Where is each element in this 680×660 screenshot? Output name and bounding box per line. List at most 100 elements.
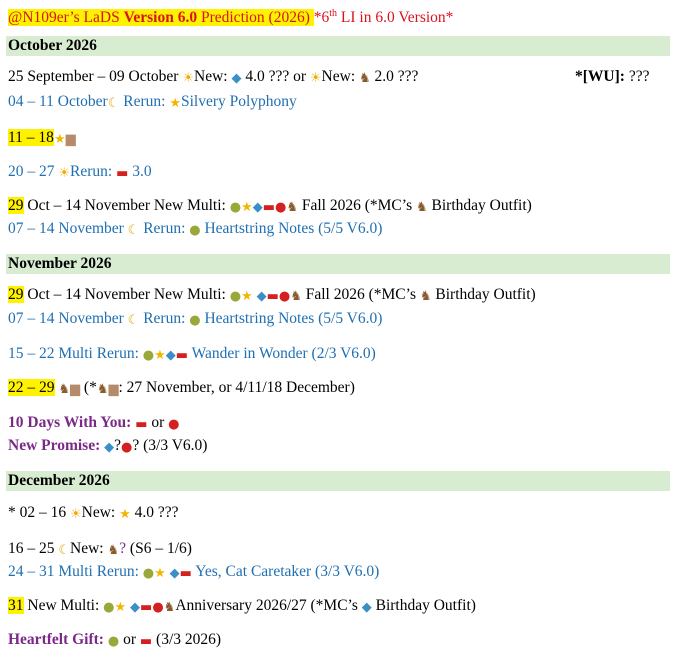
sun-icon: ☀ [309, 71, 322, 86]
car-icon: ▬ [139, 634, 153, 649]
section-header-november: November 2026 [6, 254, 670, 274]
oct-row-2-label: Rerun: [119, 93, 170, 110]
star-icon: ★ [114, 600, 127, 615]
apple-icon: ● [275, 200, 287, 215]
apple-icon: ● [152, 600, 164, 615]
nov-row-4-highlight: 22 – 29 [8, 379, 55, 396]
cake-icon: ▆ [65, 132, 76, 147]
apple-icon: ● [278, 289, 291, 304]
oct-row-2: 04 – 11 October☾ Rerun: ★Silvery Polypho… [8, 92, 297, 112]
oct-row-4: 20 – 27 ☀Rerun: ▬ 3.0 [8, 162, 152, 182]
wu-note: *[WU]: ??? [575, 67, 649, 87]
pear-icon: ● [103, 600, 115, 615]
pear-icon: ● [189, 313, 201, 328]
star-icon: ★ [169, 96, 181, 111]
title-note-suffix: LI in 6.0 Version* [337, 9, 454, 27]
fish-icon: ◆ [231, 71, 242, 86]
horse-icon: ♞ [359, 71, 371, 86]
oct-row-6-label: Rerun: [139, 220, 190, 237]
oct-row-3-dates: 11 – 18 [8, 129, 54, 146]
horse-icon: ♞ [96, 382, 109, 397]
title-version: Version 6.0 [123, 9, 198, 27]
title-highlight: @N109er’s LaDS Version 6.0 Prediction (2… [8, 9, 314, 27]
oct-row-5: 29 Oct – 14 November New Multi: ●★◆▬●♞ F… [8, 196, 532, 216]
nov-row-4-text: : 27 November, or 4/11/18 December) [118, 379, 355, 396]
nov-row-2: 07 – 14 November ☾ Rerun: ● Heartstring … [8, 309, 382, 329]
nov-row-1-highlight: 29 [8, 286, 24, 303]
car-icon: ▬ [135, 417, 148, 432]
oct-row-2-text: Silvery Polyphony [180, 93, 297, 110]
nov-row-2-text: Heartstring Notes (5/5 V6.0) [200, 310, 383, 327]
new-promise-label: New Promise: [8, 437, 105, 454]
fish-icon: ◆ [104, 440, 115, 455]
page-title: @N109er’s LaDS Version 6.0 Prediction (2… [8, 4, 453, 28]
moon-icon: ☾ [58, 543, 71, 558]
star-icon: ★ [53, 132, 66, 147]
nov-row-1-text: Fall 2026 (*MC’s [301, 286, 420, 303]
oct-row-2-dates: 04 – 11 October [8, 93, 108, 110]
car-icon: ▬ [262, 200, 275, 215]
moon-icon: ☾ [127, 313, 140, 328]
title-note: *6th LI in 6.0 Version* [314, 8, 454, 27]
nov-row-6-q: ? [114, 437, 122, 454]
nov-row-5: 10 Days With You: ▬ or ● [8, 413, 180, 433]
dec-row-4: 31 New Multi: ●★ ◆▬●♞Anniversary 2026/27… [8, 596, 476, 616]
oct-row-5-dates: Oct – 14 November New Multi: [23, 197, 230, 214]
oct-row-1-dates: 25 September – 09 October [8, 68, 183, 85]
dec-row-4-text: Anniversary 2026/27 (*MC’s [175, 597, 362, 614]
dec-row-5: Heartfelt Gift: ● or ▬ (3/3 2026) [8, 630, 221, 650]
dec-row-3-text: Yes, Cat Caretaker (3/3 V6.0) [191, 563, 380, 580]
dec-row-3: 24 – 31 Multi Rerun: ●★ ◆▬ Yes, Cat Care… [8, 562, 379, 582]
nov-row-2-label: Rerun: [139, 310, 190, 327]
pear-icon: ● [142, 566, 155, 581]
heartfelt-gift-label: Heartfelt Gift: [8, 631, 108, 648]
dec-row-1-label: New: [81, 504, 120, 521]
nov-row-4: 22 – 29 ♞▆ (*♞▆: 27 November, or 4/11/18… [8, 378, 355, 398]
title-rest: Prediction (2026) [197, 9, 314, 27]
dec-row-1-text: 4.0 ??? [130, 504, 179, 521]
pear-icon: ● [229, 200, 242, 215]
oct-row-6: 07 – 14 November ☾ Rerun: ● Heartstring … [8, 219, 382, 239]
fish-icon: ◆ [252, 200, 263, 215]
dec-row-2-q: ? [119, 540, 127, 557]
horse-icon: ♞ [107, 543, 120, 558]
oct-row-1-text-2: 2.0 ??? [370, 68, 419, 85]
car-icon: ▬ [179, 566, 192, 581]
fish-icon: ◆ [130, 600, 141, 615]
dec-row-4-text-2: Birthday Outfit) [371, 597, 476, 614]
dec-row-2-label: New: [70, 540, 108, 557]
apple-icon: ● [121, 440, 133, 455]
oct-row-6-dates: 07 – 14 November [8, 220, 128, 237]
oct-row-4-label: Rerun: [70, 163, 117, 180]
ten-days-label: 10 Days With You: [8, 414, 136, 431]
cake-icon: ▆ [108, 382, 119, 397]
fish-icon: ◆ [165, 348, 176, 363]
sun-icon: ☀ [182, 71, 194, 86]
pear-icon: ● [189, 223, 201, 238]
fish-icon: ◆ [169, 566, 180, 581]
pear-icon: ● [229, 289, 242, 304]
fish-icon: ◆ [256, 289, 267, 304]
pear-icon: ● [142, 348, 155, 363]
horse-icon: ♞ [415, 200, 428, 215]
nov-row-4-prefix: (* [80, 379, 97, 396]
moon-icon: ☾ [107, 96, 120, 111]
dec-row-5-text: (3/3 2026) [152, 631, 222, 648]
dec-row-1-dates: * 02 – 16 [8, 504, 70, 521]
car-icon: ▬ [116, 166, 129, 181]
horse-icon: ♞ [290, 289, 302, 304]
nov-row-3: 15 – 22 Multi Rerun: ●★◆▬ Wander in Wond… [8, 344, 376, 364]
nov-row-1: 29 Oct – 14 November New Multi: ●★ ◆▬●♞ … [8, 285, 536, 305]
star-icon: ★ [154, 566, 166, 581]
oct-row-1-label-2: New: [321, 68, 359, 85]
oct-row-1-label: New: [194, 68, 232, 85]
oct-row-1: 25 September – 09 October ☀New: ◆ 4.0 ??… [8, 67, 418, 87]
apple-icon: ● [168, 417, 180, 432]
dec-row-2-text: (S6 – 1/6) [126, 540, 192, 557]
dec-row-2: 16 – 25 ☾New: ♞? (S6 – 1/6) [8, 539, 192, 559]
oct-row-6-text: Heartstring Notes (5/5 V6.0) [200, 220, 383, 237]
oct-row-4-text: 3.0 [128, 163, 152, 180]
star-icon: ★ [119, 507, 131, 522]
nov-row-6: New Promise: ◆?●? (3/3 V6.0) [8, 436, 207, 456]
horse-icon: ♞ [58, 382, 71, 397]
